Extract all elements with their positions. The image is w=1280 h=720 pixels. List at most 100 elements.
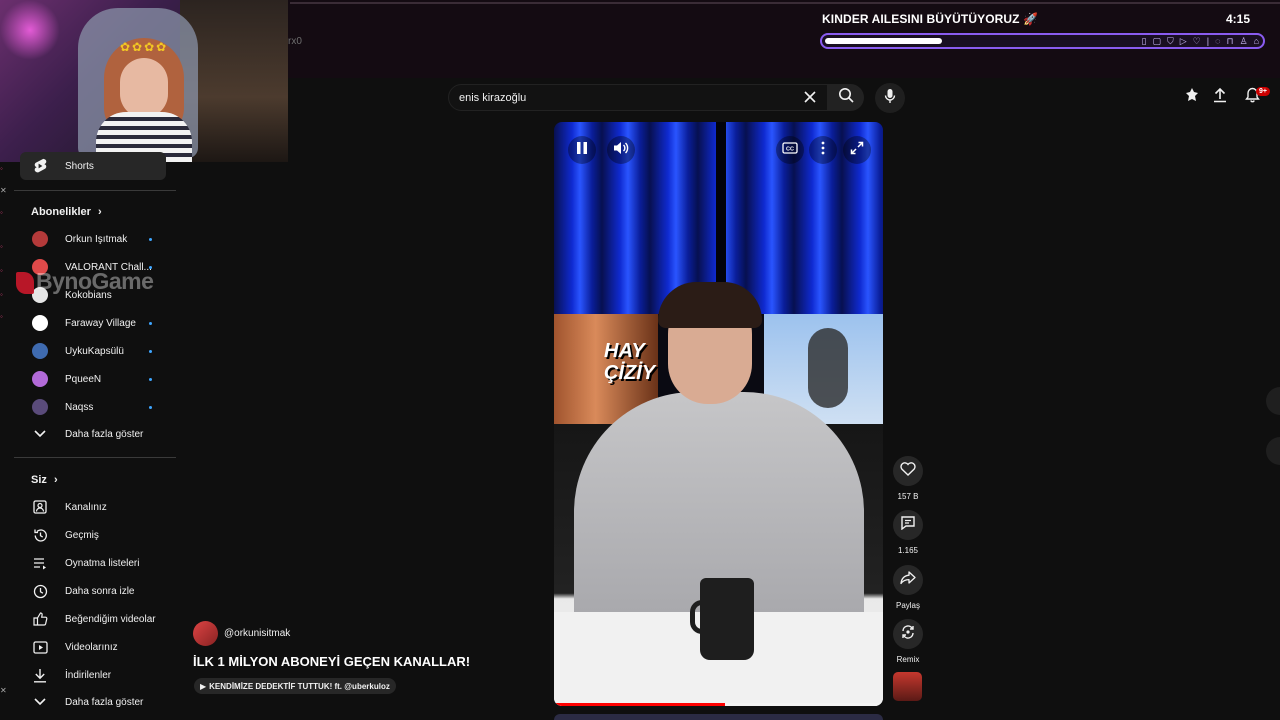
upload-icon (1213, 87, 1227, 108)
remix-button[interactable] (893, 619, 923, 649)
pause-button[interactable] (568, 136, 596, 164)
svg-text:CC: CC (786, 147, 794, 153)
left-edge-strip: ◦ ✕ ◦ ◦ ◦ ◦ ◦ ✕ (0, 160, 8, 720)
chevron-down-icon (32, 426, 48, 442)
subscriptions-heading-label: Abonelikler (31, 206, 91, 218)
coffee-mug (700, 578, 754, 660)
like-button[interactable] (893, 456, 923, 486)
search-button[interactable] (828, 84, 864, 111)
captions-button[interactable]: CC (776, 136, 804, 164)
flower-crown-icon: ✿✿✿✿ (120, 40, 169, 54)
volume-icon (613, 141, 629, 160)
upload-button[interactable] (1209, 86, 1231, 108)
remix-label: Remix (896, 655, 920, 664)
you-heading-label: Siz (31, 474, 47, 486)
avatar (32, 231, 48, 247)
edge-icon: ◦ (0, 164, 3, 173)
stream-goal-icons: ▯ ▢ ⛉ ▷ ♡ | ◌ ⊓ ♙ ⌂ (1142, 35, 1259, 47)
sidebar-item-download[interactable]: İndirilenler (14, 661, 176, 689)
sidebar-item-subscription[interactable]: Faraway Village (14, 309, 176, 337)
expand-icon (850, 141, 864, 160)
bynogame-watermark: BynoGame (16, 268, 154, 295)
sidebar-item-label: PqueeN (65, 373, 102, 385)
sidebar-item-subscription[interactable]: PqueeN (14, 365, 176, 393)
comment-action[interactable]: 1.165 (892, 510, 924, 555)
bookmark-icon: ▯ (1141, 36, 1147, 46)
heart-icon: ♡ (1192, 36, 1201, 46)
comment-button[interactable] (893, 510, 923, 540)
chevron-right-icon: › (53, 474, 58, 486)
more-vertical-icon (821, 141, 825, 160)
shorts-video-player[interactable]: HAY ÇİZİY CC (554, 122, 883, 706)
sidebar-item-history[interactable]: Geçmiş (14, 521, 176, 549)
stream-time: 4:15 (1225, 12, 1250, 26)
avatar (32, 371, 48, 387)
chevron-down-icon (32, 694, 48, 710)
sidebar-item-shorts[interactable]: Shorts (20, 152, 166, 180)
stream-goal-progress-fill (825, 38, 942, 44)
divider-icon: | (1206, 36, 1210, 46)
comment-icon (900, 515, 916, 535)
you-heading[interactable]: Siz › (31, 474, 58, 486)
create-button[interactable] (1181, 86, 1203, 108)
sidebar-item-label: Geçmiş (65, 529, 99, 541)
avatar (32, 315, 48, 331)
playlists-icon (32, 555, 48, 571)
search-input[interactable] (459, 85, 779, 110)
user-icon: ♙ (1239, 36, 1248, 46)
sidebar-item-watch-later[interactable]: Daha sonra izle (14, 577, 176, 605)
sidebar-item-label: Naqss (65, 401, 94, 413)
previous-video-button[interactable] (1266, 387, 1280, 415)
like-count: 157 B (897, 492, 919, 501)
sidebar-item-subscription[interactable]: Naqss (14, 393, 176, 421)
clear-search-icon[interactable] (803, 90, 817, 104)
subscriptions-heading[interactable]: Abonelikler › (31, 206, 102, 218)
avatar (32, 399, 48, 415)
sidebar-item-playlists[interactable]: Oynatma listeleri (14, 549, 176, 577)
sidebar-item-label: Faraway Village (65, 317, 136, 329)
channel-avatar-icon (32, 399, 48, 415)
watch-later-icon (32, 583, 48, 599)
next-video-button[interactable] (1266, 437, 1280, 465)
video-progress-bar[interactable] (554, 703, 883, 706)
sparkle-icon (1184, 87, 1200, 108)
channel-avatar[interactable] (193, 621, 218, 646)
edge-close-icon: ✕ (0, 186, 7, 195)
channel-handle[interactable]: @orkunisitmak (224, 628, 290, 639)
avatar (32, 343, 48, 359)
like-action[interactable]: 157 B (892, 456, 924, 501)
share-action[interactable]: Paylaş (892, 565, 924, 610)
remix-action[interactable]: Remix (892, 619, 924, 664)
show-more-you[interactable]: Daha fazla göster (14, 688, 176, 716)
sidebar-item-like[interactable]: Beğendiğim videolar (14, 605, 176, 633)
sidebar-item-channel[interactable]: Kanalınız (14, 493, 176, 521)
voice-search-button[interactable] (875, 83, 905, 113)
channel-avatar-icon (32, 315, 48, 331)
fullscreen-button[interactable] (843, 136, 871, 164)
related-video-label: KENDİMİZE DEDEKTİF TUTTUK! ft. @uberkulo… (209, 681, 390, 691)
share-button[interactable] (893, 565, 923, 595)
sidebar-item-subscription[interactable]: UykuKapsülü (14, 337, 176, 365)
new-content-dot (149, 321, 152, 325)
more-options-button[interactable] (809, 136, 837, 164)
bynogame-logo-icon (16, 271, 34, 294)
play-icon: ▶ (200, 681, 207, 691)
download-icon (32, 667, 48, 683)
search-icon (838, 87, 854, 108)
next-video-peek[interactable] (554, 714, 883, 720)
video-title: İLK 1 MİLYON ABONEYİ GEÇEN KANALLAR! (193, 654, 471, 669)
streamer-webcam: ✿✿✿✿ (0, 0, 288, 162)
volume-button[interactable] (607, 136, 635, 164)
sidebar-item-your-videos[interactable]: Videolarınız (14, 633, 176, 661)
sidebar-item-label: Shorts (65, 160, 94, 172)
new-content-dot (149, 349, 152, 353)
sidebar-item-subscription[interactable]: Orkun Işıtmak (14, 225, 176, 253)
show-more-subscriptions[interactable]: Daha fazla göster (14, 420, 176, 448)
channel-avatar-icon (32, 231, 48, 247)
new-content-dot (149, 405, 152, 409)
sound-thumbnail[interactable] (893, 672, 922, 701)
sidebar-item-label: Videolarınız (65, 641, 118, 653)
history-icon (32, 527, 48, 543)
related-video-chip[interactable]: ▶ KENDİMİZE DEDEKTİF TUTTUK! ft. @uberku… (194, 678, 396, 694)
lock-icon: ⊓ (1226, 36, 1234, 46)
